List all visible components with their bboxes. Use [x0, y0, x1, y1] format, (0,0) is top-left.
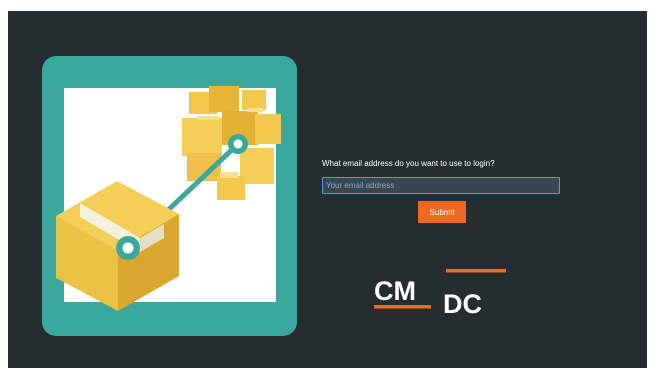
email-input[interactable] — [322, 177, 560, 194]
logo-text-top: CM — [374, 276, 416, 306]
login-page: What email address do you want to use to… — [8, 11, 647, 368]
logo-text-bottom: DC — [443, 289, 482, 317]
email-prompt-label: What email address do you want to use to… — [322, 159, 495, 168]
packages-illustration — [42, 56, 297, 336]
submit-button[interactable]: Submit — [418, 201, 466, 223]
cmdc-logo: CM DC — [374, 269, 506, 317]
